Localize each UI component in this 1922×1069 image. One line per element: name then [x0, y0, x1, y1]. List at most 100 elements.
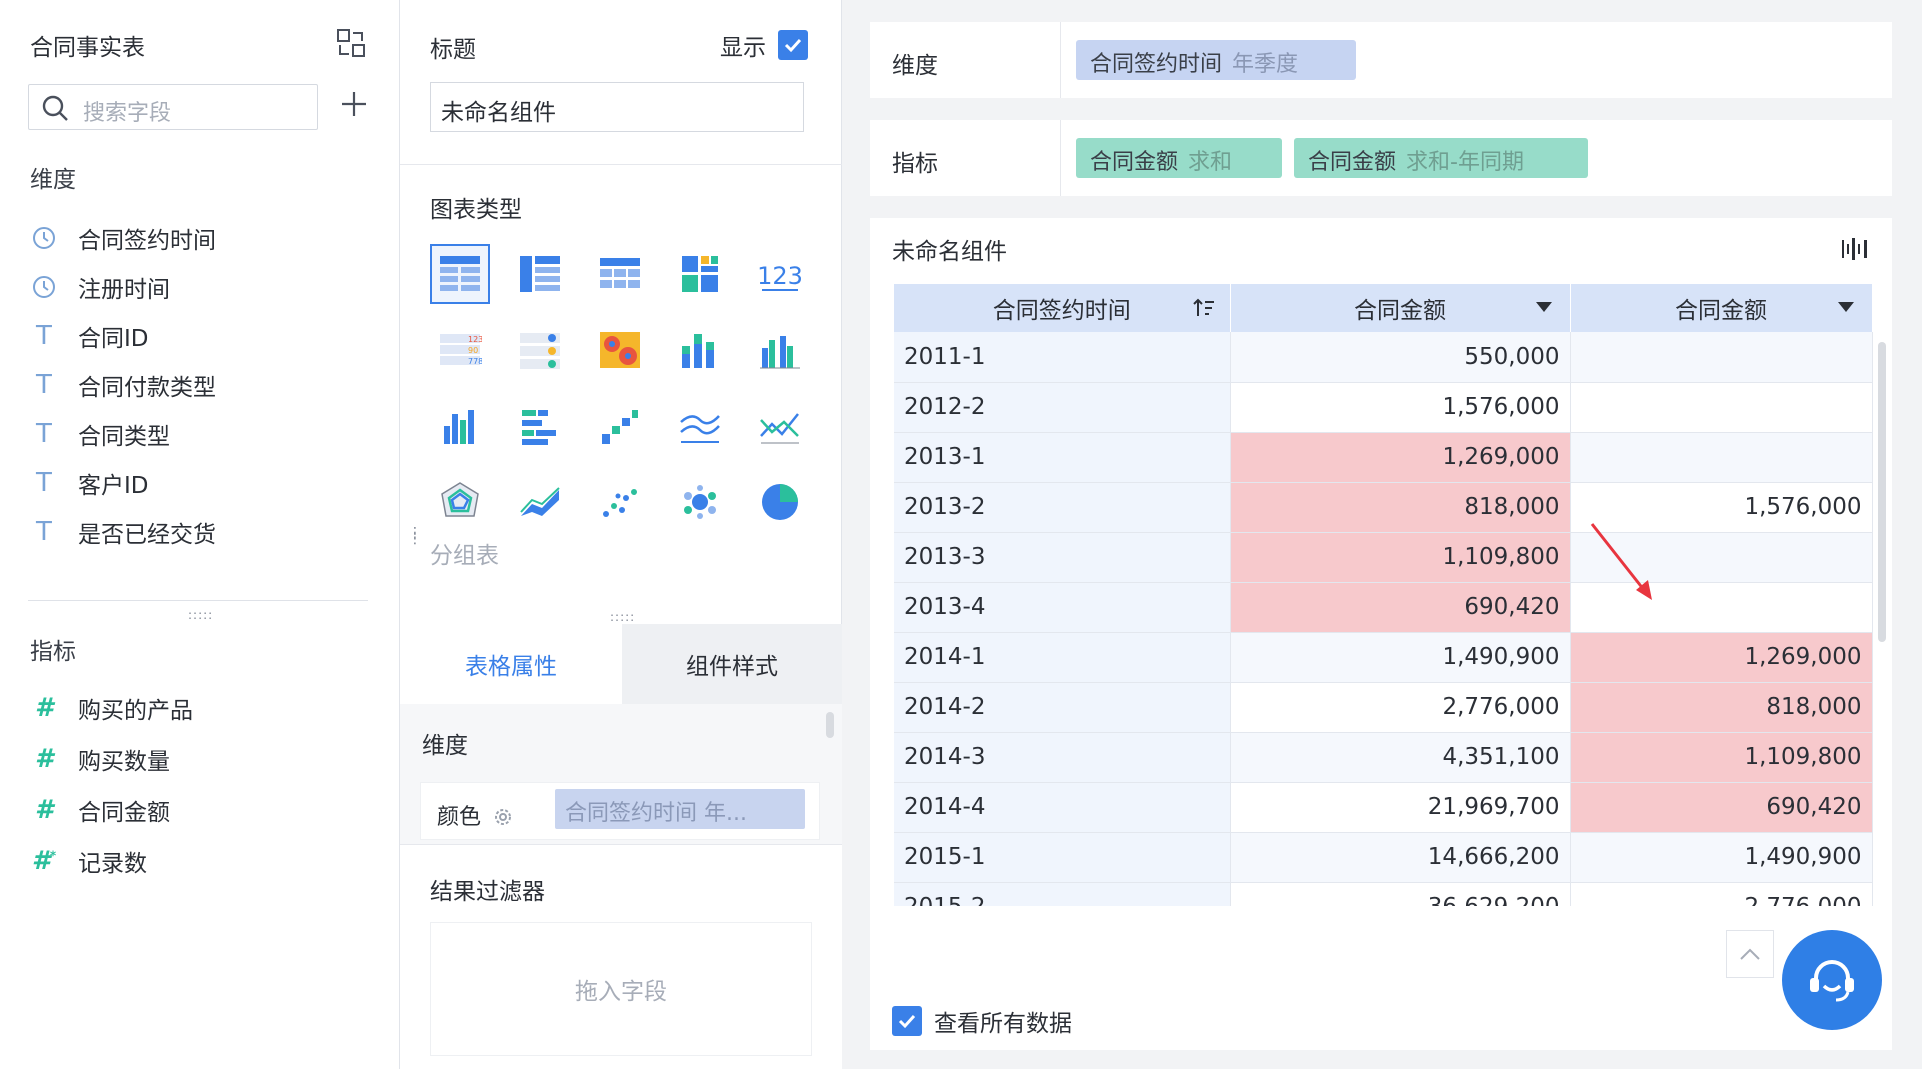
metric-field[interactable]: #* 记录数 — [30, 841, 370, 881]
waterfall-chart-icon[interactable] — [590, 396, 650, 456]
color-setting-row: 颜色 合同签约时间 年... — [420, 782, 820, 840]
radar-chart-icon[interactable] — [430, 472, 490, 532]
horizontal-bar-chart-icon[interactable] — [510, 396, 570, 456]
color-field-pill[interactable]: 合同签约时间 年... — [555, 789, 805, 829]
cell-period: 2014-1 — [894, 632, 1231, 683]
group-table-chart-icon[interactable] — [430, 244, 490, 304]
shelf-separator — [1060, 120, 1061, 196]
cross-table-chart-icon[interactable] — [510, 244, 570, 304]
cell-amount-yoy: 1,269,000 — [1570, 632, 1873, 683]
tag-field: 合同签约时间 — [1090, 52, 1223, 77]
gear-icon[interactable] — [492, 806, 514, 828]
dimension-shelf-label: 维度 — [892, 53, 938, 79]
cell-amount: 36,629,200 — [1230, 882, 1571, 906]
customer-support-button[interactable] — [1782, 930, 1882, 1030]
drop-hint: 拖入字段 — [575, 979, 667, 1005]
table-name: 合同事实表 — [30, 35, 145, 61]
switch-table-icon[interactable] — [336, 28, 366, 58]
table-row[interactable]: 2014-2 2,776,000 818,000 — [894, 682, 1873, 733]
table-row[interactable]: 2012-2 1,576,000 — [894, 382, 1873, 433]
metric-tag-yoy[interactable]: 合同金额 求和-年同期 — [1294, 138, 1588, 178]
table-row[interactable]: 2015-1 14,666,200 1,490,900 — [894, 832, 1873, 883]
cell-amount-yoy — [1570, 332, 1873, 383]
table-scrollbar[interactable] — [1878, 342, 1886, 642]
table-header-row: 合同签约时间 合同金额 合同金额 — [894, 284, 1873, 332]
column-header-period[interactable]: 合同签约时间 — [894, 284, 1231, 332]
table-row[interactable]: 2014-1 1,490,900 1,269,000 — [894, 632, 1873, 683]
cell-period: 2012-2 — [894, 382, 1231, 433]
metric-tag-sum[interactable]: 合同金额 求和 — [1076, 138, 1282, 178]
stacked-bar-chart-icon[interactable] — [670, 320, 730, 380]
selected-chart-type-name: 分组表 — [430, 543, 499, 569]
dimension-field[interactable]: T 合同付款类型 — [30, 365, 370, 405]
table-row[interactable]: 2013-1 1,269,000 — [894, 432, 1873, 483]
cell-period: 2011-1 — [894, 332, 1231, 383]
metric-field[interactable]: # 购买数量 — [30, 739, 370, 779]
area-chart-icon[interactable] — [510, 472, 570, 532]
dimension-section-label: 维度 — [422, 733, 468, 759]
table-row[interactable]: 2011-1 550,000 — [894, 332, 1873, 383]
scatter-chart-icon[interactable] — [590, 472, 650, 532]
multi-line-chart-icon[interactable] — [670, 396, 730, 456]
drag-handle[interactable]: ⋮ ⋮ — [408, 526, 423, 546]
resize-handle[interactable]: ::::: — [610, 610, 635, 624]
scroll-top-button[interactable] — [1726, 930, 1774, 978]
view-all-data-toggle[interactable]: 查看所有数据 — [892, 1004, 1072, 1038]
add-field-button[interactable] — [338, 88, 370, 120]
dimensions-title: 维度 — [30, 167, 76, 193]
colored-table-chart-icon[interactable]: 123 90 778 — [430, 320, 490, 380]
chevron-down-icon[interactable] — [1535, 302, 1552, 312]
resize-handle[interactable]: ::::: — [188, 608, 213, 622]
bar-chart-icon[interactable] — [430, 396, 490, 456]
column-header-amount[interactable]: 合同金额 — [1230, 284, 1571, 332]
view-all-checkbox[interactable] — [892, 1006, 922, 1036]
cell-amount: 690,420 — [1230, 582, 1571, 633]
dimension-field[interactable]: 注册时间 — [30, 267, 370, 307]
cell-amount-yoy: 818,000 — [1570, 682, 1873, 733]
show-title-toggle[interactable]: 显示 — [720, 28, 808, 62]
cell-amount: 1,490,900 — [1230, 632, 1571, 683]
filter-drop-zone[interactable]: 拖入字段 — [430, 922, 812, 1056]
cell-amount: 550,000 — [1230, 332, 1571, 383]
treemap-chart-icon[interactable] — [670, 244, 730, 304]
check-icon — [898, 1014, 916, 1029]
search-placeholder: 搜索字段 — [83, 101, 172, 126]
chevron-down-icon[interactable] — [1837, 302, 1854, 312]
dimension-field[interactable]: T 客户ID — [30, 463, 370, 503]
table-viewport: 合同签约时间 合同金额 合同金额 2011-1 550,000 2012-2 1,57… — [870, 218, 1892, 906]
show-checkbox[interactable] — [778, 30, 808, 60]
table-row[interactable]: 2015-236,629,2002,776,000 — [894, 882, 1873, 906]
table-row[interactable]: 2013-3 1,109,800 — [894, 532, 1873, 583]
dimension-tag[interactable]: 合同签约时间 年季度 — [1076, 40, 1356, 80]
metric-field[interactable]: # 购买的产品 — [30, 688, 370, 728]
cell-amount: 1,109,800 — [1230, 532, 1571, 583]
table-row[interactable]: 2013-2 818,000 1,576,000 — [894, 482, 1873, 533]
column-header-amount-yoy[interactable]: 合同金额 — [1570, 284, 1873, 332]
kpi-chart-icon[interactable]: 123 — [750, 244, 810, 304]
heatmap-chart-icon[interactable] — [590, 320, 650, 380]
bubble-chart-icon[interactable] — [670, 472, 730, 532]
dimension-field[interactable]: 合同签约时间 — [30, 218, 370, 258]
text-type-icon: T — [36, 321, 52, 351]
search-input[interactable]: 搜索字段 — [28, 84, 318, 130]
line-chart-icon[interactable] — [750, 396, 810, 456]
title-input[interactable]: 未命名组件 — [430, 82, 804, 132]
scrollbar[interactable] — [826, 712, 834, 738]
indicator-card-chart-icon[interactable] — [510, 320, 570, 380]
sort-icon[interactable] — [1192, 296, 1216, 320]
dimension-field[interactable]: T 合同类型 — [30, 414, 370, 454]
table-row[interactable]: 2014-3 4,351,100 1,109,800 — [894, 732, 1873, 783]
detail-table-chart-icon[interactable] — [590, 244, 650, 304]
table-row[interactable]: 2014-4 21,969,700 690,420 — [894, 782, 1873, 833]
record-count-icon: #* — [31, 846, 57, 876]
tab-component-style[interactable]: 组件样式 — [622, 624, 842, 704]
tab-table-properties[interactable]: 表格属性 — [400, 624, 622, 704]
table-row[interactable]: 2013-4 690,420 — [894, 582, 1873, 633]
dimension-field[interactable]: T 合同ID — [30, 316, 370, 356]
text-type-icon: T — [36, 468, 52, 498]
pie-chart-icon[interactable] — [750, 472, 810, 532]
dimension-field[interactable]: T 是否已经交货 — [30, 512, 370, 552]
grouped-bar-chart-icon[interactable] — [750, 320, 810, 380]
cell-period: 2014-2 — [894, 682, 1231, 733]
metric-field[interactable]: # 合同金额 — [30, 790, 370, 830]
